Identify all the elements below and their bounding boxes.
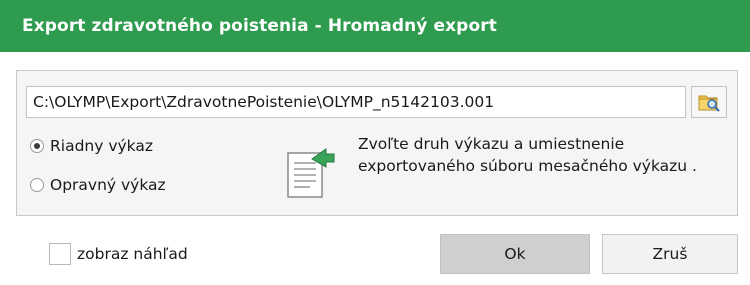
document-export-icon — [282, 143, 338, 207]
cancel-button[interactable]: Zruš — [602, 234, 738, 274]
preview-checkbox-row[interactable]: zobraz náhľad — [49, 243, 188, 265]
info-line-1: Zvoľte druh výkazu a umiestnenie — [358, 135, 625, 153]
window-title-bar: Export zdravotného poistenia - Hromadný … — [0, 0, 750, 52]
export-path-field[interactable]: C:\OLYMP\Export\ZdravotnePoistenie\OLYMP… — [26, 86, 686, 118]
radio-riadny-vykaz[interactable]: Riadny výkaz — [30, 137, 153, 155]
preview-checkbox-label: zobraz náhľad — [77, 245, 188, 263]
ok-button[interactable]: Ok — [440, 234, 590, 274]
radio-opravny-vykaz[interactable]: Opravný výkaz — [30, 176, 166, 194]
folder-search-icon — [698, 95, 720, 112]
browse-button[interactable] — [691, 86, 727, 118]
radio-label-riadny: Riadny výkaz — [50, 137, 154, 155]
info-line-2: exportovaného súboru mesačného výkazu . — [358, 157, 697, 175]
preview-checkbox[interactable] — [49, 243, 71, 265]
radio-button-selected[interactable] — [30, 139, 44, 153]
radio-label-opravny: Opravný výkaz — [50, 176, 166, 194]
export-dialog: Export zdravotného poistenia - Hromadný … — [0, 0, 750, 285]
info-text: Zvoľte druh výkazu a umiestnenie exporto… — [358, 133, 743, 177]
radio-button[interactable] — [30, 178, 44, 192]
window-title: Export zdravotného poistenia - Hromadný … — [22, 16, 497, 36]
